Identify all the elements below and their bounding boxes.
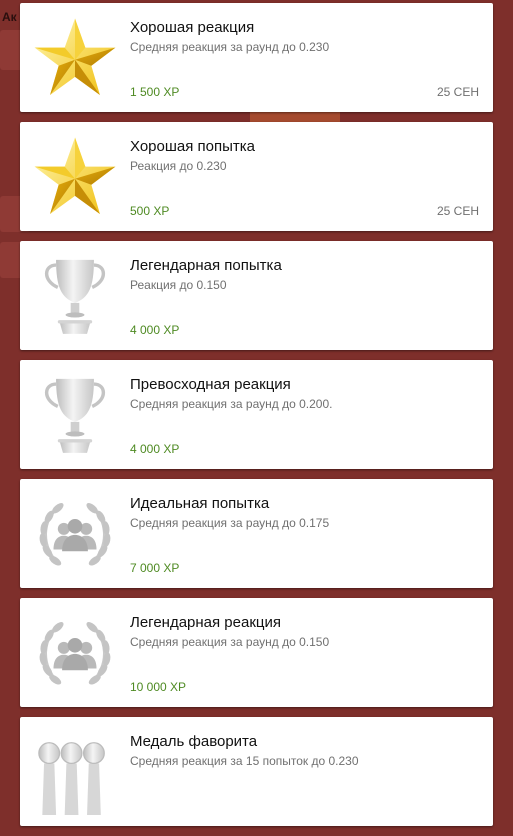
achievement-card[interactable]: Легендарная попытка Реакция до 0.150 4 0… (20, 241, 493, 350)
laurel-wreath-icon (32, 491, 118, 577)
silver-trophy-icon (32, 253, 118, 339)
achievement-xp: 4 000 XP (130, 323, 180, 337)
achievement-date: 25 СЕН (436, 85, 479, 99)
achievement-title: Легендарная реакция (130, 614, 281, 631)
achievement-description: Средняя реакция за раунд до 0.200. (130, 397, 333, 411)
achievement-xp: 10 000 XP (130, 680, 187, 694)
achievement-date: 25 СЕН (436, 204, 479, 218)
achievement-xp: 1 500 XP (130, 85, 180, 99)
gold-star-icon (32, 15, 118, 101)
achievement-description: Средняя реакция за раунд до 0.230 (130, 40, 330, 54)
ribbon-medals-icon (32, 729, 118, 815)
achievement-xp: 500 XP (130, 204, 170, 218)
achievement-card[interactable]: Легендарная реакция Средняя реакция за р… (20, 598, 493, 707)
achievement-description: Средняя реакция за раунд до 0.150 (130, 635, 330, 649)
laurel-wreath-icon (32, 610, 118, 696)
achievement-description: Средняя реакция за 15 попыток до 0.230 (130, 754, 359, 768)
achievement-title: Превосходная реакция (130, 376, 291, 393)
achievement-title: Идеальная попытка (130, 495, 270, 512)
achievement-xp: 7 000 XP (130, 561, 180, 575)
achievement-title: Медаль фаворита (130, 733, 258, 750)
background-header-label: Ак (2, 10, 17, 24)
achievement-card[interactable]: Превосходная реакция Средняя реакция за … (20, 360, 493, 469)
achievement-title: Легендарная попытка (130, 257, 282, 274)
achievement-title: Хорошая реакция (130, 19, 255, 36)
achievement-xp: 4 000 XP (130, 442, 180, 456)
gold-star-icon (32, 134, 118, 220)
achievement-card[interactable]: Хорошая реакция Средняя реакция за раунд… (20, 3, 493, 112)
achievements-list[interactable]: Хорошая реакция Средняя реакция за раунд… (20, 3, 493, 836)
achievement-title: Хорошая попытка (130, 138, 256, 155)
achievement-card[interactable]: Идеальная попытка Средняя реакция за рау… (20, 479, 493, 588)
achievement-description: Реакция до 0.150 (130, 278, 227, 292)
achievement-description: Реакция до 0.230 (130, 159, 227, 173)
achievement-card[interactable]: Медаль фаворита Средняя реакция за 15 по… (20, 717, 493, 826)
achievement-card[interactable]: Хорошая попытка Реакция до 0.230 500 XP … (20, 122, 493, 231)
silver-trophy-icon (32, 372, 118, 458)
achievement-description: Средняя реакция за раунд до 0.175 (130, 516, 330, 530)
